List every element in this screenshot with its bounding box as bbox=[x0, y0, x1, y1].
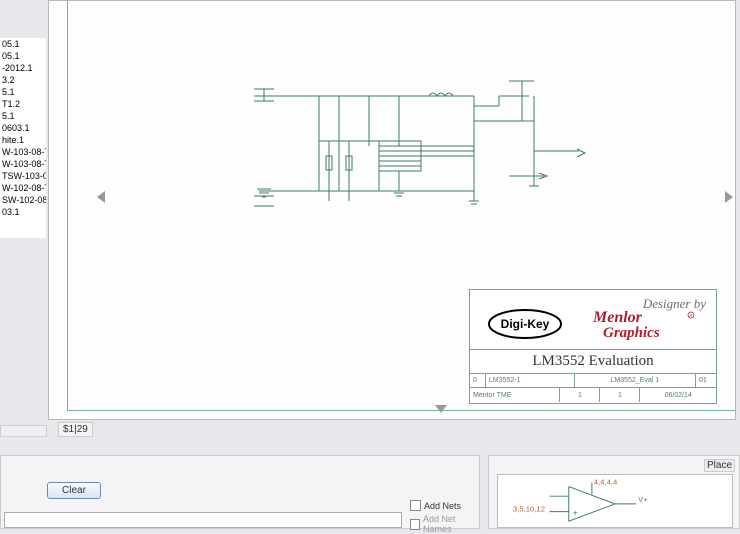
tree-item[interactable]: 5.1 bbox=[0, 86, 46, 98]
svg-text:Menlor: Menlor bbox=[592, 309, 643, 326]
pin-label-right: V+ bbox=[638, 495, 648, 504]
tree-item[interactable]: W-103-08-T-S bbox=[0, 146, 46, 158]
nav-down-icon[interactable] bbox=[435, 405, 447, 413]
pin-label-top: 4,4,4,4 bbox=[594, 478, 618, 487]
checkbox-icon bbox=[410, 500, 421, 511]
tree-item[interactable]: W-102-08-T-S bbox=[0, 182, 46, 194]
svg-text:R: R bbox=[689, 313, 692, 318]
add-nets-checkbox[interactable]: Add Nets bbox=[410, 500, 461, 511]
component-tree[interactable]: 05.1 05.1 -2012.1 3.2 5.1 T1.2 5.1 0603.… bbox=[0, 38, 46, 238]
symbol-preview: + 3,5,10,12 4,4,4,4 V+ bbox=[497, 474, 733, 528]
tree-item[interactable]: SW-102-08-T bbox=[0, 194, 46, 206]
tree-item[interactable]: T1.2 bbox=[0, 98, 46, 110]
svg-text:Digi-Key: Digi-Key bbox=[500, 317, 549, 331]
output-panel: Clear Add Nets Add Net Names bbox=[0, 455, 480, 529]
symbol-preview-panel: Place + 3,5,10,12 4,4,4,4 V+ bbox=[488, 455, 740, 529]
tree-item[interactable]: 05.1 bbox=[0, 50, 46, 62]
place-button[interactable]: Place bbox=[704, 459, 735, 472]
digikey-logo: Digi-Key bbox=[486, 307, 564, 341]
tree-item[interactable]: -2012.1 bbox=[0, 62, 46, 74]
tree-item[interactable]: 05.1 bbox=[0, 38, 46, 50]
tree-item[interactable]: W-103-08-T-S bbox=[0, 158, 46, 170]
cursor-coord-readout: $1|29 bbox=[58, 422, 93, 437]
sheet-title: LM3552 Evaluation bbox=[470, 350, 716, 374]
command-input[interactable] bbox=[4, 512, 402, 528]
nav-right-icon[interactable] bbox=[725, 191, 733, 203]
title-block-row2: Mentor TME 1 1 06/02/14 bbox=[470, 388, 716, 402]
mentor-graphics-logo: Menlor Graphics R bbox=[583, 307, 701, 341]
add-net-names-label: Add Net Names bbox=[423, 514, 479, 534]
clear-button[interactable]: Clear bbox=[47, 482, 101, 499]
svg-text:+: + bbox=[573, 507, 578, 517]
checkbox-icon bbox=[410, 519, 420, 530]
svg-text:Graphics: Graphics bbox=[603, 325, 660, 341]
tree-item[interactable]: 0603.1 bbox=[0, 122, 46, 134]
tree-hscrollbar[interactable] bbox=[0, 425, 47, 437]
nav-left-icon[interactable] bbox=[97, 191, 105, 203]
tree-item[interactable]: TSW-103-08- bbox=[0, 170, 46, 182]
tree-item[interactable]: hite.1 bbox=[0, 134, 46, 146]
tree-item[interactable]: 03.1 bbox=[0, 206, 46, 218]
schematic-viewport[interactable]: Designer by Digi-Key Menlor Graphics R L… bbox=[48, 0, 736, 420]
title-block: Designer by Digi-Key Menlor Graphics R L… bbox=[469, 289, 717, 404]
add-nets-label: Add Nets bbox=[424, 501, 461, 511]
tree-item[interactable]: 3.2 bbox=[0, 74, 46, 86]
designer-by-label: Designer by bbox=[643, 296, 706, 312]
add-net-names-checkbox[interactable]: Add Net Names bbox=[410, 514, 479, 534]
tree-item[interactable]: 5.1 bbox=[0, 110, 46, 122]
pin-label-left: 3,5,10,12 bbox=[513, 505, 545, 514]
title-block-row1: 0 LM3552-1 LM3552_Eval 1 01 bbox=[470, 374, 716, 388]
